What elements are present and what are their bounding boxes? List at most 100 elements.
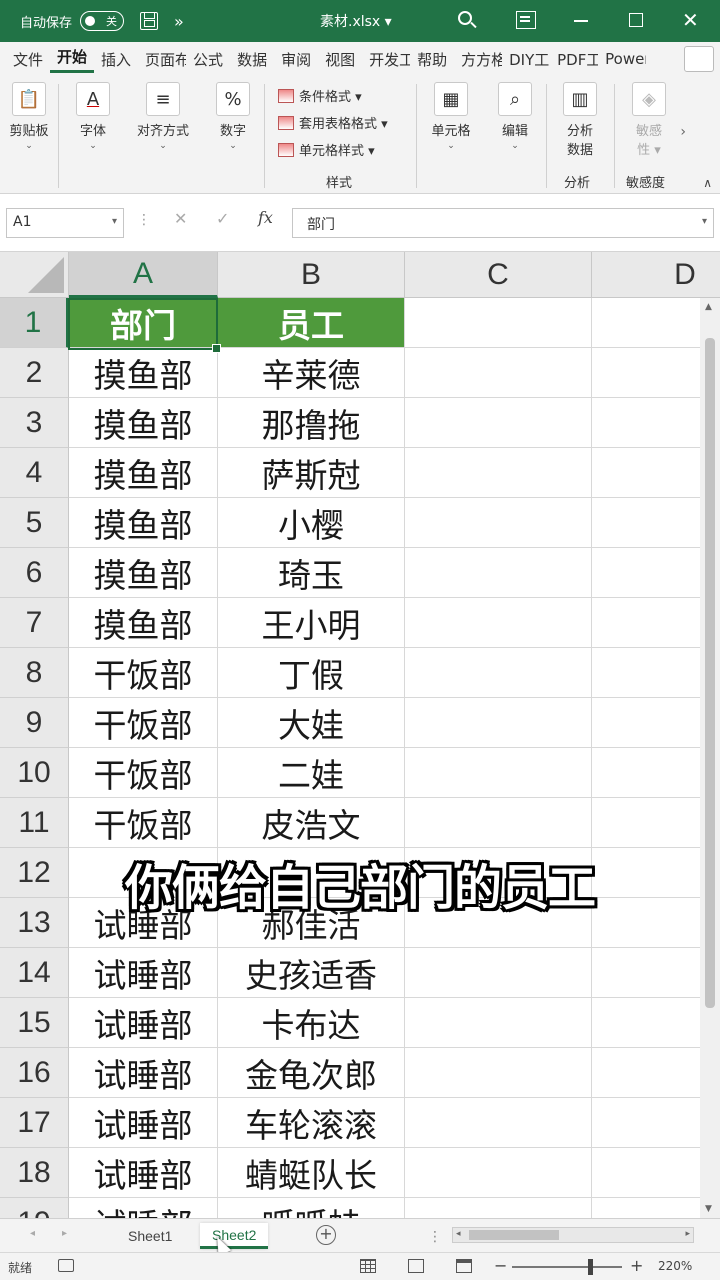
cell[interactable]: 试睡部 [69,1048,218,1098]
row-header[interactable]: 14 [0,948,69,998]
cell[interactable]: 二娃 [218,748,405,798]
row-header[interactable]: 2 [0,348,69,398]
chevron-down-icon[interactable]: ▾ [702,216,707,227]
cell[interactable] [405,448,592,498]
zoom-out-button[interactable]: − [494,1256,507,1275]
ribbon-tab[interactable]: 公式 [186,49,230,70]
ribbon-tab[interactable]: 开发工具 [362,49,410,70]
quick-access-more-icon[interactable]: » [174,12,184,31]
normal-view-icon[interactable] [360,1259,376,1273]
cell[interactable] [405,998,592,1048]
cell[interactable]: 车轮滚滚 [218,1098,405,1148]
cell[interactable]: 蜻蜓队长 [218,1148,405,1198]
cell[interactable]: 干饭部 [69,798,218,848]
cell[interactable]: 王小明 [218,598,405,648]
formula-bar-grip-icon[interactable]: ⋮ [137,212,151,228]
horizontal-scrollbar[interactable]: ◂ ▸ [452,1227,694,1243]
column-header[interactable]: C [405,252,592,298]
ribbon-scroll-right-icon[interactable]: › [680,124,686,140]
sheet-tab[interactable]: Sheet1 [116,1223,184,1249]
row-header[interactable]: 6 [0,548,69,598]
enter-icon[interactable]: ✓ [216,209,229,228]
collapse-ribbon-icon[interactable]: ∧ [703,176,712,190]
alignment-button[interactable]: ≡ 对齐方式 ⌄ [132,82,194,151]
minimize-icon[interactable] [574,20,588,22]
zoom-slider-handle[interactable] [588,1259,593,1275]
cell[interactable]: 试睡部 [69,948,218,998]
cell[interactable]: 卡布达 [218,998,405,1048]
ribbon-tab[interactable]: 文件 [6,49,50,70]
cell[interactable]: 干饭部 [69,748,218,798]
cell[interactable]: 金龟次郎 [218,1048,405,1098]
row-header[interactable]: 17 [0,1098,69,1148]
cell[interactable] [405,1148,592,1198]
cells-button[interactable]: ▦ 单元格 ⌄ [428,82,474,151]
cell[interactable] [218,848,405,898]
cell[interactable] [405,548,592,598]
cell[interactable]: 试睡部 [69,998,218,1048]
cell[interactable]: 史孩适香 [218,948,405,998]
zoom-in-button[interactable]: + [630,1256,643,1275]
cell[interactable]: 摸鱼部 [69,398,218,448]
scroll-down-icon[interactable]: ▼ [705,1204,712,1214]
cell[interactable]: 琦玉 [218,548,405,598]
cell[interactable] [405,1198,592,1218]
maximize-icon[interactable] [629,13,643,27]
autosave-toggle[interactable]: 关 [80,11,125,31]
cell[interactable]: 试睡部 [69,1198,218,1218]
cell[interactable]: 试睡部 [69,1148,218,1198]
cell[interactable] [69,848,218,898]
cell[interactable] [405,298,592,348]
share-icon[interactable] [684,46,714,72]
cell[interactable] [405,1048,592,1098]
cell[interactable] [405,798,592,848]
cancel-icon[interactable]: ✕ [174,209,187,228]
cell[interactable] [405,748,592,798]
cell[interactable] [405,1098,592,1148]
scrollbar-thumb[interactable] [469,1230,559,1240]
row-header[interactable]: 16 [0,1048,69,1098]
tab-split-handle[interactable]: ⋮ [428,1229,442,1245]
row-header[interactable]: 19 [0,1198,69,1218]
page-layout-view-icon[interactable] [408,1259,424,1273]
cell[interactable]: 辛莱德 [218,348,405,398]
formula-input[interactable]: 部门 ▾ [292,208,714,238]
table-format-button[interactable]: 套用表格格式 ▾ [278,113,388,132]
vertical-scrollbar[interactable]: ▲ ▼ [700,298,720,1218]
ribbon-tab[interactable]: 数据 [230,49,274,70]
cell[interactable] [405,498,592,548]
cell[interactable]: 试睡部 [69,898,218,948]
ribbon-tab[interactable]: 插入 [94,49,138,70]
editing-button[interactable]: ⌕ 编辑 ⌄ [494,82,536,151]
sensitivity-button[interactable]: ◈ 敏感 性 ▾ [626,82,672,158]
cell[interactable]: 摸鱼部 [69,448,218,498]
number-button[interactable]: % 数字 ⌄ [212,82,254,151]
save-icon[interactable] [140,12,159,30]
ribbon-tab[interactable]: 审阅 [274,49,318,70]
cell[interactable] [405,698,592,748]
insert-function-icon[interactable]: fx [258,208,273,227]
name-box[interactable]: A1 ▾ [6,208,124,238]
scroll-right-icon[interactable]: ▸ [685,1229,690,1239]
sheet-next-icon[interactable]: ▸ [62,1228,67,1239]
cell[interactable]: 萨斯尅 [218,448,405,498]
row-header[interactable]: 10 [0,748,69,798]
column-header[interactable]: B [218,252,405,298]
scroll-left-icon[interactable]: ◂ [456,1229,461,1239]
analyze-data-button[interactable]: ▥ 分析 数据 [556,82,604,158]
cell[interactable] [405,598,592,648]
add-sheet-button[interactable]: + [316,1225,336,1245]
cell[interactable]: 干饭部 [69,698,218,748]
cell[interactable]: 摸鱼部 [69,348,218,398]
font-button[interactable]: A 字体 ⌄ [72,82,114,151]
cell[interactable]: 大娃 [218,698,405,748]
cell[interactable]: 员工 [218,298,405,348]
cell[interactable]: 部门 [69,298,218,348]
sheet-prev-icon[interactable]: ◂ [30,1228,35,1239]
cell[interactable] [405,848,592,898]
row-header[interactable]: 12 [0,848,69,898]
cell[interactable] [405,348,592,398]
cell[interactable]: 皮浩文 [218,798,405,848]
column-header[interactable]: A [69,252,218,298]
ribbon-tab[interactable]: Power Pivot [598,50,646,68]
